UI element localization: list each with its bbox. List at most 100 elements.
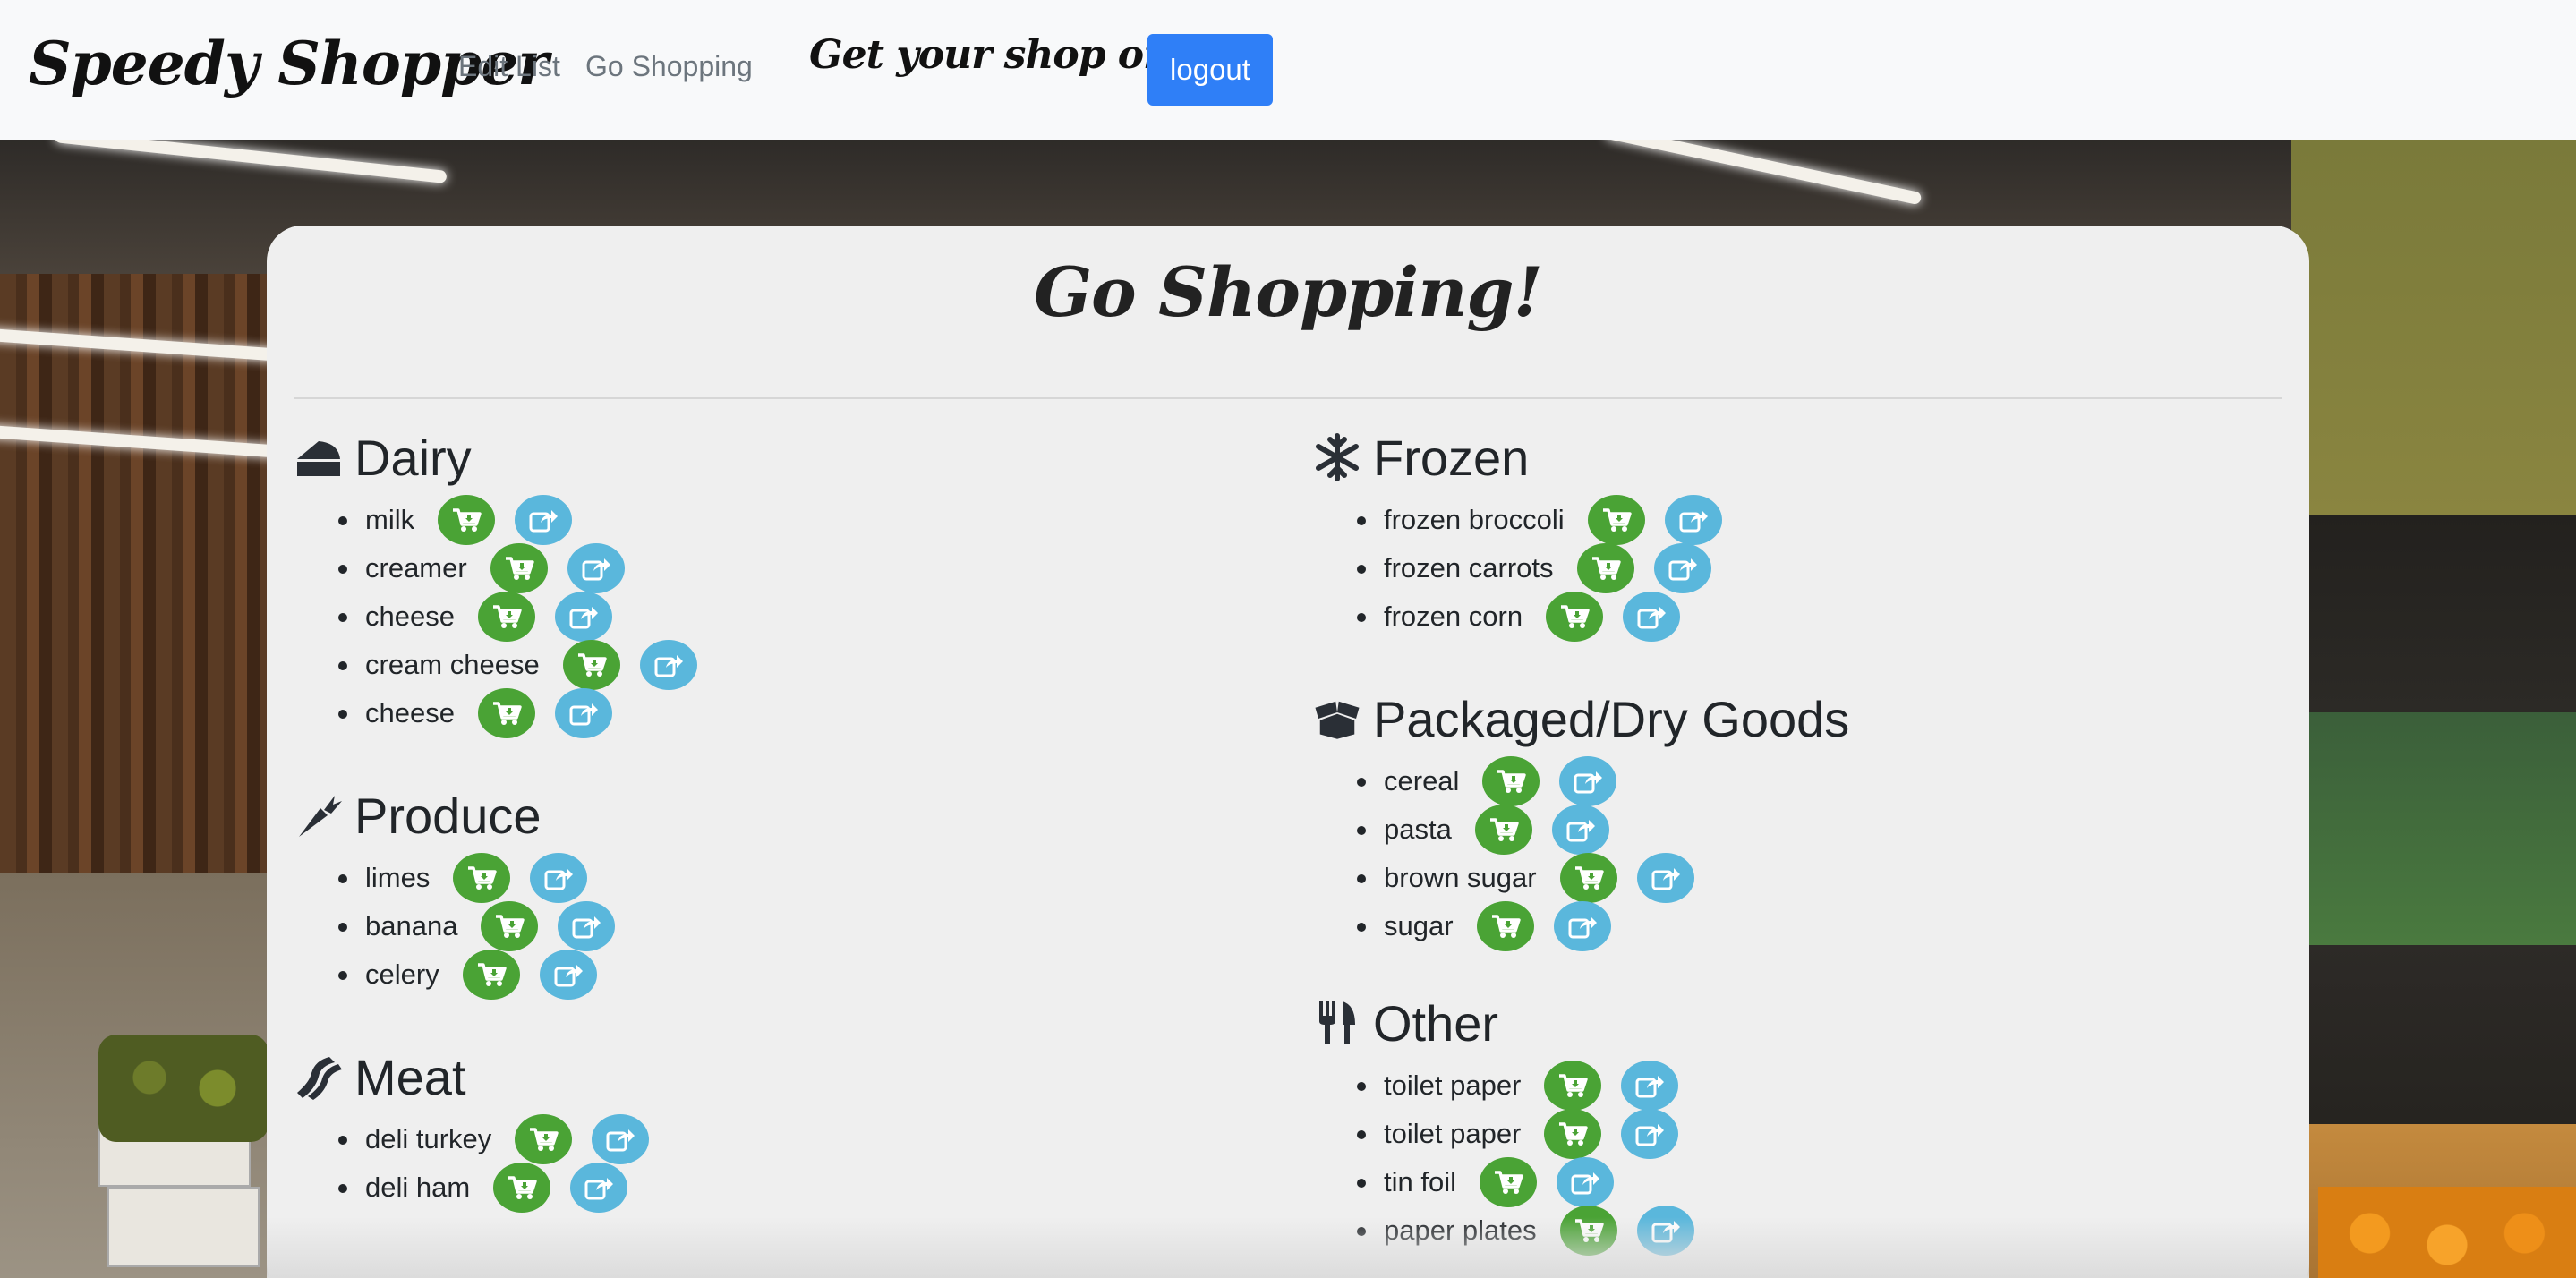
add-to-cart-button[interactable] bbox=[1587, 495, 1645, 545]
move-item-button[interactable] bbox=[1653, 543, 1711, 593]
list-item: deli turkey bbox=[294, 1114, 650, 1164]
utensils-icon bbox=[1312, 998, 1362, 1048]
nav-link-edit-list[interactable]: Edit List bbox=[458, 50, 560, 83]
list-item: celery bbox=[294, 950, 615, 1000]
add-to-cart-button[interactable] bbox=[1482, 756, 1540, 806]
move-item-button[interactable] bbox=[1621, 1109, 1679, 1159]
shopping-card: Go Shopping! Dairy milk creamer cheese cream… bbox=[267, 226, 2309, 1278]
produce-crate bbox=[107, 1187, 260, 1267]
add-to-cart-button[interactable] bbox=[438, 495, 496, 545]
add-to-cart-button[interactable] bbox=[490, 543, 548, 593]
item-name: cheese bbox=[365, 697, 455, 728]
add-to-cart-button[interactable] bbox=[477, 592, 535, 642]
item-list: milk creamer cheese cream cheese cheese bbox=[294, 495, 697, 738]
item-name: sugar bbox=[1384, 910, 1454, 941]
list-item: pasta bbox=[1312, 805, 1849, 855]
cart-icon bbox=[1490, 913, 1521, 940]
oranges-display bbox=[2318, 1187, 2576, 1278]
category-title: Produce bbox=[354, 787, 542, 844]
share-icon bbox=[543, 865, 574, 891]
move-item-button[interactable] bbox=[1664, 495, 1722, 545]
item-name: toilet paper bbox=[1384, 1069, 1522, 1101]
logout-button[interactable]: logout bbox=[1147, 34, 1273, 106]
list-item: milk bbox=[294, 495, 697, 545]
add-to-cart-button[interactable] bbox=[1474, 805, 1532, 855]
cart-icon bbox=[1601, 507, 1632, 533]
add-to-cart-button[interactable] bbox=[453, 853, 511, 903]
add-to-cart-button[interactable] bbox=[493, 1163, 551, 1213]
item-name: cheese bbox=[365, 601, 455, 632]
item-name: banana bbox=[365, 910, 458, 941]
share-icon bbox=[1567, 913, 1598, 940]
page-title: Go Shopping! bbox=[1034, 252, 1543, 332]
move-item-button[interactable] bbox=[530, 853, 588, 903]
item-name: frozen corn bbox=[1384, 601, 1523, 632]
move-item-button[interactable] bbox=[554, 592, 612, 642]
add-to-cart-button[interactable] bbox=[1476, 901, 1534, 951]
move-item-button[interactable] bbox=[592, 1114, 650, 1164]
move-item-button[interactable] bbox=[1553, 901, 1611, 951]
category-header: Meat bbox=[294, 1045, 649, 1108]
add-to-cart-button[interactable] bbox=[1544, 1109, 1602, 1159]
move-item-button[interactable] bbox=[1551, 805, 1609, 855]
cart-icon bbox=[1557, 1072, 1589, 1099]
category-frozen: Frozen frozen broccoli frozen carrots froze… bbox=[1312, 426, 1722, 642]
list-item: toilet paper bbox=[1312, 1061, 1694, 1111]
list-item: deli ham bbox=[294, 1163, 649, 1213]
nav-link-go-shopping[interactable]: Go Shopping bbox=[585, 50, 753, 83]
add-to-cart-button[interactable] bbox=[1544, 1061, 1602, 1111]
item-name: celery bbox=[365, 958, 439, 990]
add-to-cart-button[interactable] bbox=[562, 640, 620, 690]
tagline: Get your shop on ! bbox=[809, 32, 1201, 78]
item-list: limes banana celery bbox=[294, 853, 616, 1000]
item-name: brown sugar bbox=[1384, 862, 1537, 893]
add-to-cart-button[interactable] bbox=[1479, 1157, 1537, 1207]
add-to-cart-button[interactable] bbox=[1559, 853, 1617, 903]
move-item-button[interactable] bbox=[554, 688, 612, 738]
category-header: Other bbox=[1312, 992, 1694, 1054]
move-item-button[interactable] bbox=[1556, 1157, 1614, 1207]
cart-icon bbox=[1496, 768, 1527, 795]
move-item-button[interactable] bbox=[558, 901, 616, 951]
category-packaged-dry-goods: Packaged/Dry Goods cereal pasta brown sugar… bbox=[1312, 687, 1850, 951]
move-item-button[interactable] bbox=[639, 640, 697, 690]
move-item-button[interactable] bbox=[539, 950, 597, 1000]
move-item-button[interactable] bbox=[1621, 1061, 1679, 1111]
list-item: frozen corn bbox=[1312, 592, 1722, 642]
cart-icon bbox=[1557, 1120, 1589, 1147]
add-to-cart-button[interactable] bbox=[481, 901, 539, 951]
list-item: toilet paper bbox=[1312, 1109, 1694, 1159]
cart-icon bbox=[466, 865, 498, 891]
move-item-button[interactable] bbox=[1623, 592, 1681, 642]
list-item: cereal bbox=[1312, 756, 1849, 806]
category-header: Dairy bbox=[294, 426, 697, 489]
move-item-button[interactable] bbox=[515, 495, 573, 545]
add-to-cart-button[interactable] bbox=[1546, 592, 1604, 642]
card-bottom-fade bbox=[267, 1217, 2309, 1278]
add-to-cart-button[interactable] bbox=[515, 1114, 573, 1164]
share-icon bbox=[605, 1126, 635, 1153]
category-meat: Meat deli turkey deli ham bbox=[294, 1045, 650, 1213]
squash-display bbox=[98, 1035, 269, 1142]
move-item-button[interactable] bbox=[1559, 756, 1617, 806]
share-icon bbox=[1636, 603, 1667, 630]
move-item-button[interactable] bbox=[567, 543, 625, 593]
list-item: banana bbox=[294, 901, 616, 951]
cart-icon bbox=[476, 961, 507, 988]
move-item-button[interactable] bbox=[570, 1163, 628, 1213]
add-to-cart-button[interactable] bbox=[462, 950, 520, 1000]
add-to-cart-button[interactable] bbox=[477, 688, 535, 738]
item-name: toilet paper bbox=[1384, 1118, 1522, 1149]
carrot-icon bbox=[294, 790, 344, 840]
share-icon bbox=[1634, 1120, 1665, 1147]
snowflake-icon bbox=[1312, 432, 1362, 482]
share-icon bbox=[1565, 816, 1596, 843]
add-to-cart-button[interactable] bbox=[1576, 543, 1634, 593]
move-item-button[interactable] bbox=[1636, 853, 1694, 903]
category-title: Packaged/Dry Goods bbox=[1373, 690, 1850, 747]
item-name: deli turkey bbox=[365, 1123, 492, 1154]
item-name: creamer bbox=[365, 552, 467, 584]
background-produce-aisle bbox=[2291, 140, 2576, 1278]
box-open-icon bbox=[1312, 694, 1362, 744]
share-icon bbox=[568, 603, 599, 630]
